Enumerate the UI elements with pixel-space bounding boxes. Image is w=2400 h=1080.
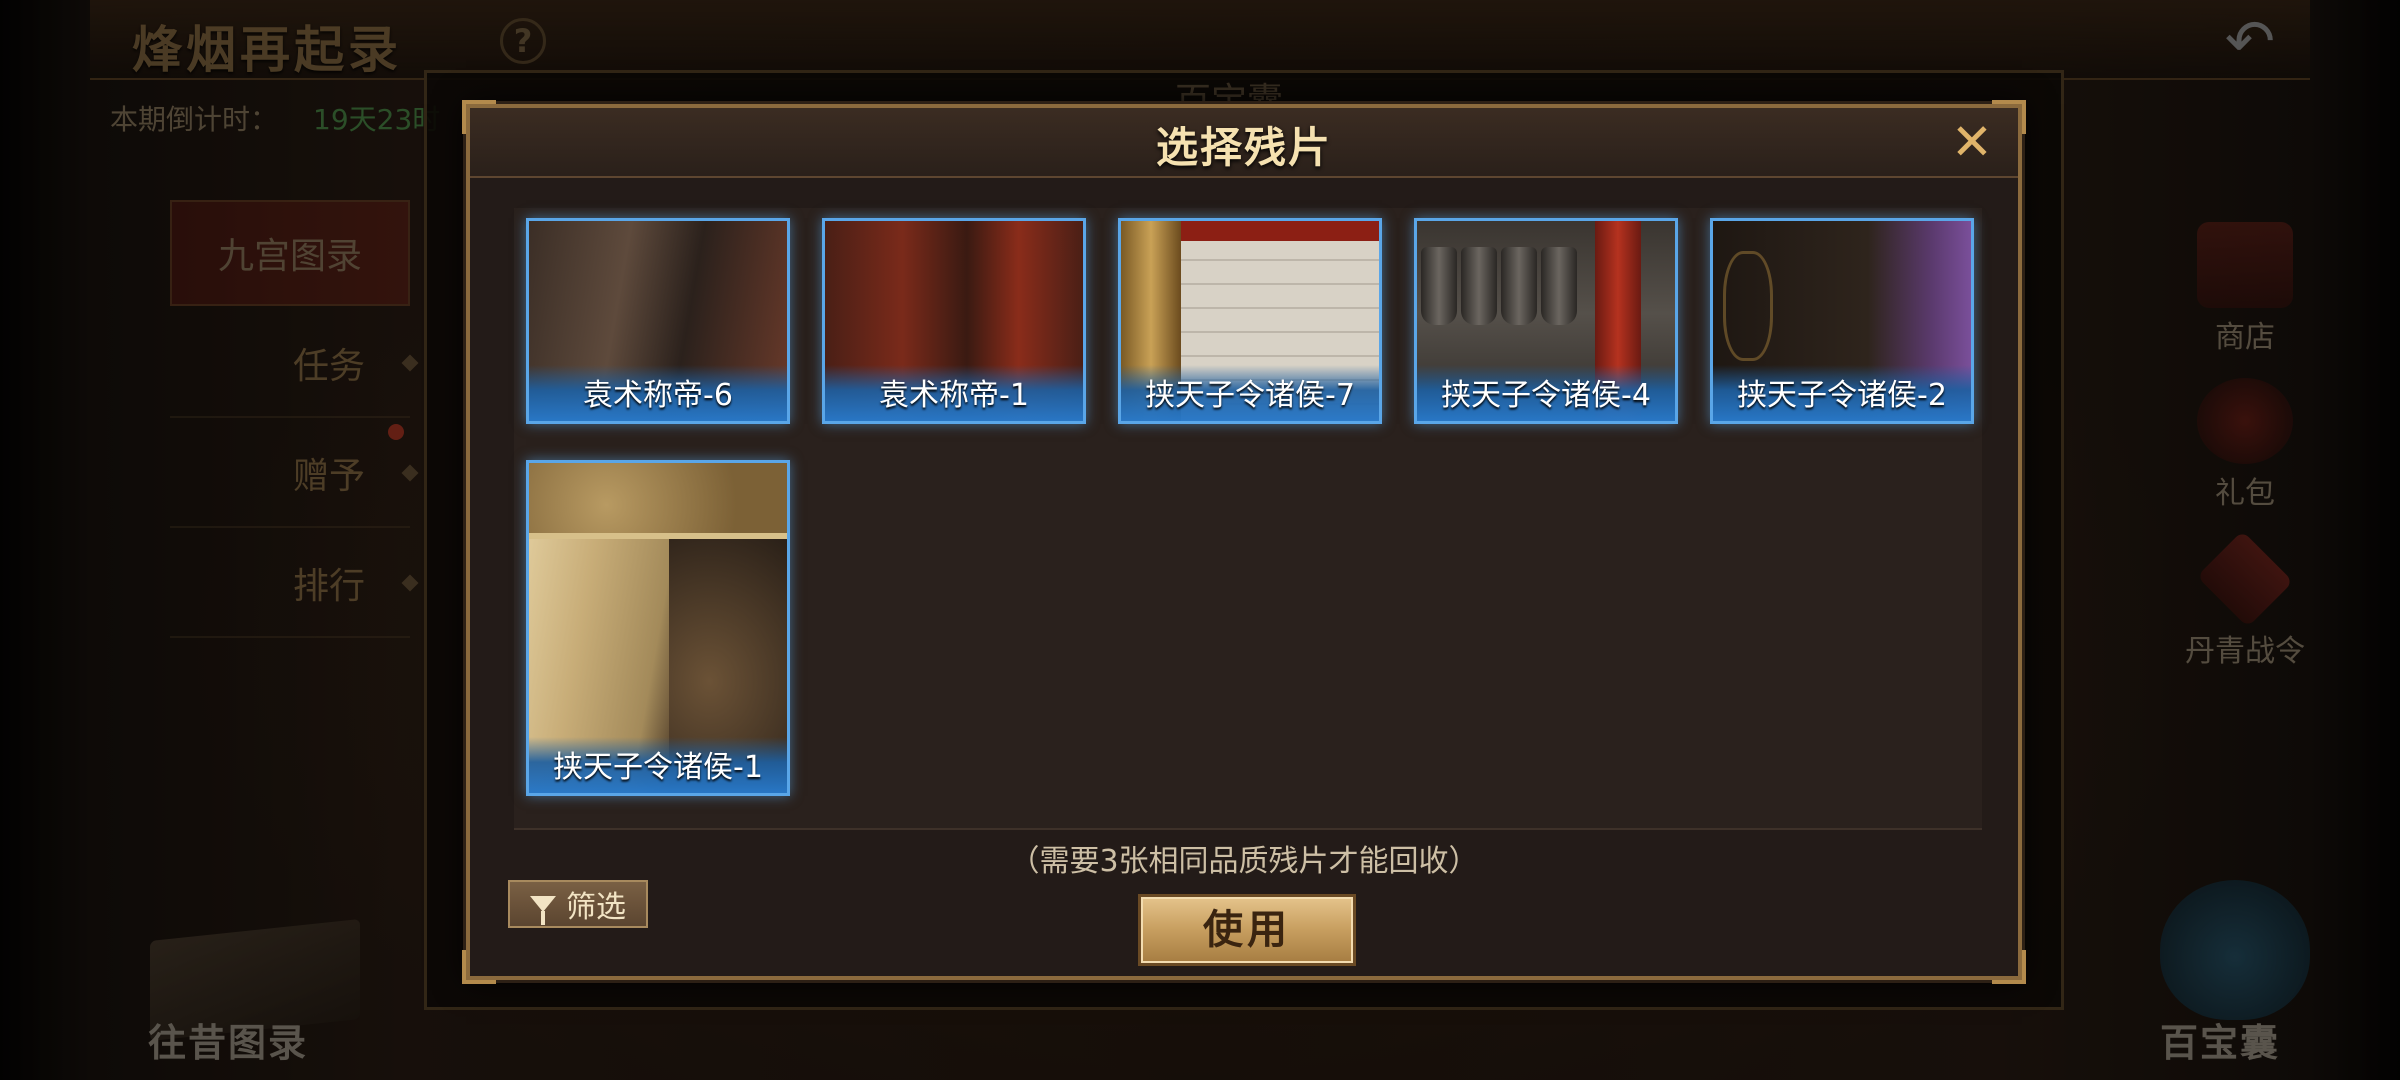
- dialog-header: 选择残片 ✕: [470, 108, 2018, 178]
- bell-icon: [1541, 247, 1577, 325]
- filter-icon: [530, 896, 556, 925]
- dialog-title: 选择残片: [1155, 123, 1332, 172]
- fragment-card[interactable]: 挟天子令诸侯-4: [1414, 218, 1678, 424]
- fragment-name: 挟天子令诸侯-2: [1713, 365, 1971, 421]
- bell-icon: [1421, 247, 1457, 325]
- corner-ornament: [1992, 950, 2026, 984]
- recycle-hint: （需要3张相同品质残片才能回收）: [1009, 844, 1479, 879]
- close-icon[interactable]: ✕: [1944, 114, 2000, 170]
- fragment-name: 挟天子令诸侯-4: [1417, 365, 1675, 421]
- fragment-card[interactable]: 袁术称帝-1: [822, 218, 1086, 424]
- filter-button[interactable]: 筛选: [508, 880, 648, 928]
- fragment-card[interactable]: 挟天子令诸侯-2: [1710, 218, 1974, 424]
- bell-icon: [1501, 247, 1537, 325]
- fragment-card[interactable]: 挟天子令诸侯-7: [1118, 218, 1382, 424]
- fragment-card[interactable]: 袁术称帝-6: [526, 218, 790, 424]
- bell-icon: [1461, 247, 1497, 325]
- select-fragment-dialog: 选择残片 ✕ 袁术称帝-6 袁术称帝-1 挟天子令诸侯-7 挟天子令诸侯-4 挟…: [462, 100, 2026, 984]
- fragment-name: 袁术称帝-6: [529, 365, 787, 421]
- art-detail: [1723, 251, 1773, 361]
- fragment-name: 挟天子令诸侯-7: [1121, 365, 1379, 421]
- corner-ornament: [462, 950, 496, 984]
- use-button[interactable]: 使用: [1138, 894, 1356, 966]
- fragment-card[interactable]: 挟天子令诸侯-1: [526, 460, 790, 796]
- fragment-grid: 袁术称帝-6 袁术称帝-1 挟天子令诸侯-7 挟天子令诸侯-4 挟天子令诸侯-2…: [514, 208, 1982, 830]
- filter-label: 筛选: [566, 890, 626, 925]
- fragment-name: 挟天子令诸侯-1: [529, 737, 787, 793]
- art-detail: [529, 463, 787, 539]
- fragment-name: 袁术称帝-1: [825, 365, 1083, 421]
